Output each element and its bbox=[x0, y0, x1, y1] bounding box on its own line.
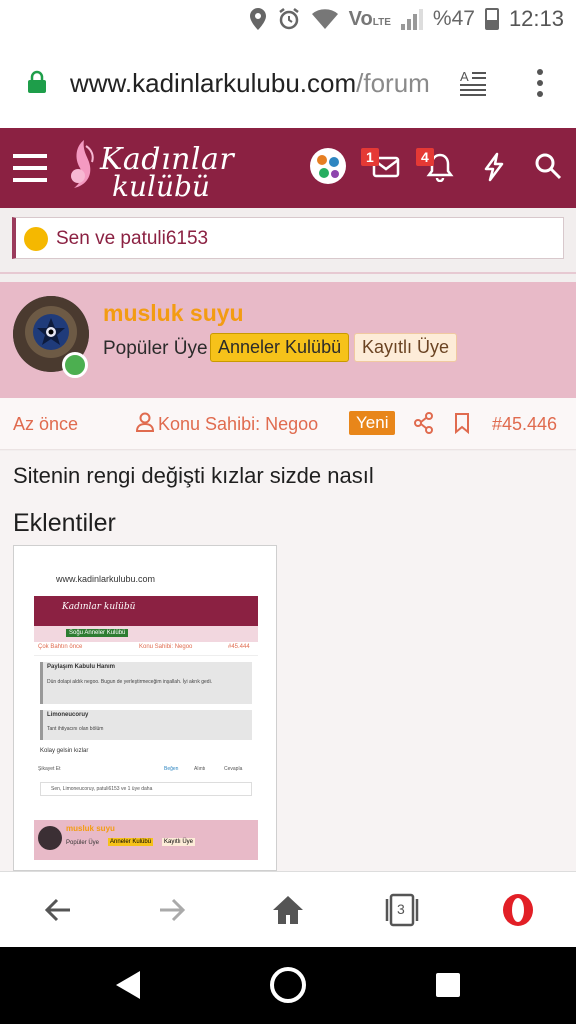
badge-anneler-kulubu: Anneler Kulübü bbox=[210, 333, 350, 362]
post-message: Sitenin rengi değişti kızlar sizde nasıl bbox=[13, 463, 374, 488]
forward-icon[interactable] bbox=[154, 892, 190, 928]
thumb-quote: Alıntı bbox=[194, 766, 206, 772]
avatar-icon bbox=[317, 155, 339, 178]
tabs-button[interactable]: 3 bbox=[384, 892, 420, 928]
opera-icon[interactable] bbox=[500, 892, 536, 928]
nav-back-icon[interactable] bbox=[112, 969, 144, 1001]
thumb-meta: Çok Bahtın önce Konu Sahibi: Negoo #45.4… bbox=[34, 642, 258, 656]
alarm-icon bbox=[278, 8, 299, 30]
divider bbox=[0, 272, 576, 274]
reader-mode-icon[interactable]: A bbox=[458, 68, 488, 98]
messages-badge: 1 bbox=[361, 148, 379, 166]
status-bar: VoLTE %47 12:13 bbox=[0, 0, 576, 40]
author-role: Popüler Üye bbox=[103, 338, 208, 359]
overflow-menu-icon[interactable] bbox=[534, 68, 546, 98]
attachments-title: Eklentiler bbox=[13, 509, 116, 537]
site-logo-icon[interactable] bbox=[64, 136, 104, 200]
nav-home-icon[interactable] bbox=[268, 965, 308, 1005]
browser-url-bar[interactable]: www.kadinlarkulubu.com/forum A bbox=[0, 40, 576, 128]
wifi-icon bbox=[311, 9, 338, 29]
site-header: Kadınlar kulübü 1 4 bbox=[0, 128, 576, 208]
post-time[interactable]: Az önce bbox=[13, 414, 78, 435]
author-username[interactable]: musluk suyu bbox=[103, 300, 244, 327]
thumb-role-badge: Anneler Kulübü bbox=[108, 838, 154, 846]
thumb-quote-1: Paylaşım Kabulu Hanım Dün dolapi aldık n… bbox=[40, 662, 252, 704]
reactions-bar[interactable]: Sen ve patuli6153 bbox=[12, 217, 564, 259]
nav-recents-icon[interactable] bbox=[434, 971, 462, 999]
thumb-footer: Şikayet Et Beğen Alıntı Cevapla bbox=[34, 764, 258, 776]
thumb-reactions-text: Sen, Limoneucoruy, patuli6153 ve 1 üye d… bbox=[51, 786, 153, 792]
thumb-author-header: musluk suyu Popüler Üye Anneler Kulübü K… bbox=[34, 820, 258, 860]
address-field[interactable]: www.kadinlarkulubu.com/forum bbox=[70, 68, 430, 99]
thumb-post-number: #45.444 bbox=[228, 644, 250, 650]
thumb-quote-2: Limoneucoruy Tant ihtiyacını olan bölüm bbox=[40, 710, 252, 740]
online-status-dot bbox=[62, 352, 88, 378]
post-meta-row: Az önce Konu Sahibi: Negoo Yeni #45.446 bbox=[0, 398, 576, 450]
thumb-quote2-title: Limoneucoruy bbox=[47, 712, 89, 718]
header-avatar[interactable] bbox=[310, 148, 346, 184]
url-host: www.kadinlarkulubu.com bbox=[70, 68, 357, 98]
thumb-url-bar: www.kadinlarkulubu.com bbox=[14, 564, 276, 596]
thumb-time: Çok Bahtın önce bbox=[38, 644, 83, 650]
thumb-reply: Cevapla bbox=[224, 766, 243, 772]
thumb-owner: Konu Sahibi: Negoo bbox=[139, 644, 193, 650]
thumb-quote1-title: Paylaşım Kabulu Hanım bbox=[47, 664, 116, 670]
lightning-icon[interactable] bbox=[482, 152, 506, 182]
alerts-badge: 4 bbox=[416, 148, 434, 166]
battery-level: %47 bbox=[432, 7, 475, 30]
thumb-gold-badge-text: Soğu Anneler Kulübü bbox=[66, 629, 129, 637]
clock: 12:13 bbox=[508, 6, 564, 31]
badge-kayitli-uye: Kayıtlı Üye bbox=[354, 333, 458, 362]
thumb-reactions: Sen, Limoneucoruy, patuli6153 ve 1 üye d… bbox=[40, 782, 252, 796]
thumb-reply-text: Kolay gelsin kızlar bbox=[40, 748, 89, 754]
thumb-quote1-text: Dün dolapi aldık negoo. Bugun de yerleşt… bbox=[47, 679, 213, 685]
thumb-member-badge: Kayıtlı Üye bbox=[162, 838, 196, 846]
bookmark-icon[interactable] bbox=[454, 412, 470, 434]
laughing-emoji-icon bbox=[24, 227, 48, 251]
thumb-quote2-text: Tant ihtiyacını olan bölüm bbox=[47, 726, 104, 732]
thread-owner: Konu Sahibi: Negoo bbox=[158, 414, 319, 434]
thumb-like: Beğen bbox=[164, 766, 179, 772]
search-icon[interactable] bbox=[534, 152, 562, 180]
thumb-gold-badge: Soğu Anneler Kulübü bbox=[34, 626, 258, 642]
post-body: Sitenin rengi değişti kızlar sizde nasıl… bbox=[0, 451, 576, 871]
signal-icon bbox=[400, 8, 423, 30]
thumb-header: Kadınlar kulübü bbox=[34, 596, 258, 626]
post-number[interactable]: #45.446 bbox=[492, 414, 557, 435]
svg-text:A: A bbox=[460, 69, 469, 84]
thumb-url: www.kadinlarkulubu.com bbox=[56, 574, 156, 584]
thumb-avatar bbox=[38, 826, 62, 850]
url-path: /forum bbox=[356, 68, 430, 98]
battery-icon bbox=[484, 8, 499, 30]
back-icon[interactable] bbox=[40, 892, 76, 928]
thumb-logo: Kadınlar kulübü bbox=[62, 602, 136, 612]
volte-icon: VoLTE bbox=[348, 7, 391, 30]
tab-count: 3 bbox=[397, 901, 405, 917]
thumb-username: musluk suyu bbox=[66, 824, 115, 833]
thumb-status-bar bbox=[14, 546, 276, 564]
browser-bottom-nav: 3 bbox=[0, 871, 576, 947]
thumb-report: Şikayet Et bbox=[38, 766, 61, 772]
android-navigation-bar bbox=[0, 947, 576, 1024]
reactions-text[interactable]: Sen ve patuli6153 bbox=[56, 228, 208, 250]
lock-icon bbox=[28, 70, 46, 93]
attachment-thumbnail[interactable]: www.kadinlarkulubu.com Kadınlar kulübü S… bbox=[13, 545, 277, 871]
home-icon[interactable] bbox=[270, 892, 306, 928]
logo-text-line2: kulübü bbox=[112, 170, 210, 203]
new-badge: Yeni bbox=[349, 411, 396, 435]
share-icon[interactable] bbox=[414, 412, 434, 434]
location-icon bbox=[249, 8, 266, 30]
hamburger-menu-icon[interactable] bbox=[12, 152, 48, 184]
person-icon bbox=[136, 412, 154, 432]
thumb-role: Popüler Üye bbox=[66, 840, 100, 846]
status-icons: VoLTE %47 12:13 bbox=[249, 6, 564, 32]
